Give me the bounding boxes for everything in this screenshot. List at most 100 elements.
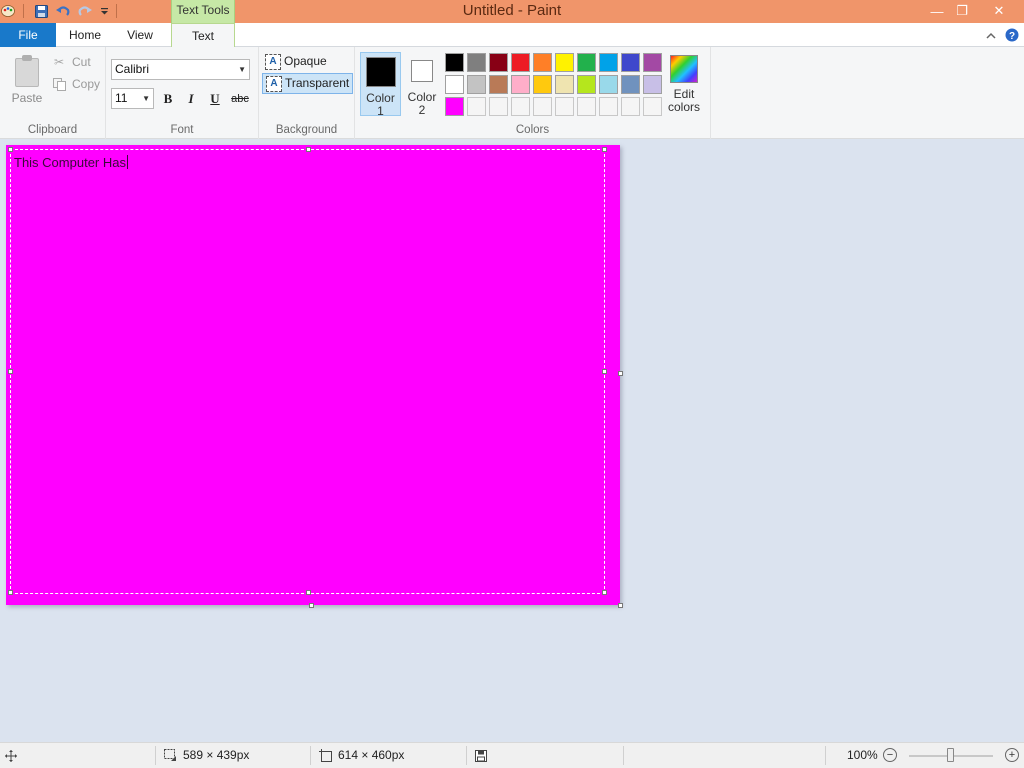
palette-swatch[interactable] [555,97,574,116]
tab-text[interactable]: Text [171,23,235,48]
edit-colors-button[interactable]: Edit colors [666,52,702,116]
palette-swatch[interactable] [643,97,662,116]
font-size-value: 11 [115,91,128,105]
undo-icon[interactable] [55,3,71,19]
bold-button[interactable]: B [158,89,178,109]
color2-swatch [411,60,433,82]
tab-view[interactable]: View [114,23,166,47]
minimize-ribbon-icon[interactable] [983,27,999,43]
underline-button[interactable]: U [205,89,225,109]
text-box-handle-bottom-right[interactable] [602,590,607,595]
edit-colors-label-2: colors [667,100,700,114]
strikethrough-button[interactable]: abc [228,89,252,109]
background-group-label: Background [275,124,338,136]
status-divider [155,746,156,765]
palette-swatch[interactable] [533,75,552,94]
status-divider [623,746,624,765]
canvas-resize-handle-corner[interactable] [618,603,623,608]
opaque-button[interactable]: A Opaque [262,51,330,72]
palette-swatch[interactable] [643,53,662,72]
cursor-position [4,743,18,768]
palette-swatch[interactable] [445,97,464,116]
text-box-handle-right[interactable] [602,369,607,374]
palette-swatch[interactable] [577,97,596,116]
palette-swatch[interactable] [621,75,640,94]
tab-file[interactable]: File [0,23,56,47]
image-size-icon [318,749,332,763]
copy-icon [52,77,66,91]
selection-size-icon [163,749,177,763]
background-group: A Opaque A Transparent Background [259,47,355,139]
text-box-handle-top-right[interactable] [602,147,607,152]
color1-number: 1 [377,104,384,118]
palette-swatch[interactable] [533,97,552,116]
palette-swatch[interactable] [511,53,530,72]
cut-button[interactable]: ✂ Cut [52,52,91,72]
palette-swatch[interactable] [555,75,574,94]
palette-swatch[interactable] [445,53,464,72]
help-icon[interactable]: ? [1004,27,1020,43]
save-icon[interactable] [33,3,49,19]
palette-swatch[interactable] [467,75,486,94]
palette-swatch[interactable] [489,75,508,94]
palette-swatch[interactable] [511,75,530,94]
canvas-resize-handle-bottom[interactable] [309,603,314,608]
canvas-resize-handle-right[interactable] [618,371,623,376]
palette-swatch[interactable] [533,53,552,72]
text-tools-context-header: Text Tools [171,0,235,23]
title-bar: Text Tools Untitled - Paint — ❐ ✕ [0,0,1024,23]
text-box-handle-top-left[interactable] [8,147,13,152]
color1-button[interactable]: Color 1 [360,52,401,118]
clipboard-group: Paste ✂ Cut Copy Clipboard [0,47,106,139]
scissors-icon: ✂ [53,55,65,69]
redo-icon[interactable] [77,3,93,19]
text-box-handle-bottom[interactable] [306,590,311,595]
palette-swatch[interactable] [643,75,662,94]
palette-swatch[interactable] [621,97,640,116]
font-size-dropdown[interactable]: 11 ▼ [111,88,154,109]
restore-button[interactable]: ❐ [946,0,978,22]
selection-size-value: 589 × 439px [183,748,250,762]
zoom-in-button[interactable]: + [1005,748,1019,762]
font-group-label: Font [170,124,194,136]
palette-swatch[interactable] [599,75,618,94]
zoom-slider-thumb[interactable] [947,748,954,762]
palette-swatch[interactable] [489,53,508,72]
palette-swatch[interactable] [467,97,486,116]
canvas-workspace[interactable]: This Computer Has [0,139,1024,742]
palette-swatch[interactable] [511,97,530,116]
italic-button[interactable]: I [181,89,201,109]
zoom-out-button[interactable]: − [883,748,897,762]
drawing-canvas[interactable]: This Computer Has [6,145,620,605]
text-box-handle-left[interactable] [8,369,13,374]
paste-button[interactable]: Paste [7,53,47,105]
palette-swatch[interactable] [445,75,464,94]
palette-swatch[interactable] [621,53,640,72]
paint-app-icon[interactable] [0,3,16,19]
color2-button[interactable]: Color 2 [404,52,440,117]
palette-swatch[interactable] [599,97,618,116]
palette-swatch[interactable] [555,53,574,72]
status-divider [466,746,467,765]
font-family-dropdown[interactable]: Calibri ▼ [111,59,250,80]
copy-button[interactable]: Copy [52,74,100,94]
palette-swatch[interactable] [489,97,508,116]
chevron-down-icon: ▼ [238,65,246,74]
file-size [474,743,488,768]
text-box-content[interactable]: This Computer Has [14,155,128,170]
zoom-level: 100% [847,748,878,762]
text-box[interactable]: This Computer Has [10,149,605,594]
text-box-handle-top[interactable] [306,147,311,152]
transparent-button[interactable]: A Transparent [262,73,354,94]
copy-label: Copy [72,77,101,91]
svg-text:?: ? [1009,31,1015,42]
palette-swatch[interactable] [467,53,486,72]
palette-swatch[interactable] [577,53,596,72]
palette-swatch[interactable] [577,75,596,94]
customize-quick-access-icon[interactable] [96,3,112,19]
tab-home[interactable]: Home [58,23,112,47]
close-button[interactable]: ✕ [983,0,1015,22]
palette-swatch[interactable] [599,53,618,72]
text-box-handle-bottom-left[interactable] [8,590,13,595]
cut-label: Cut [72,55,91,69]
